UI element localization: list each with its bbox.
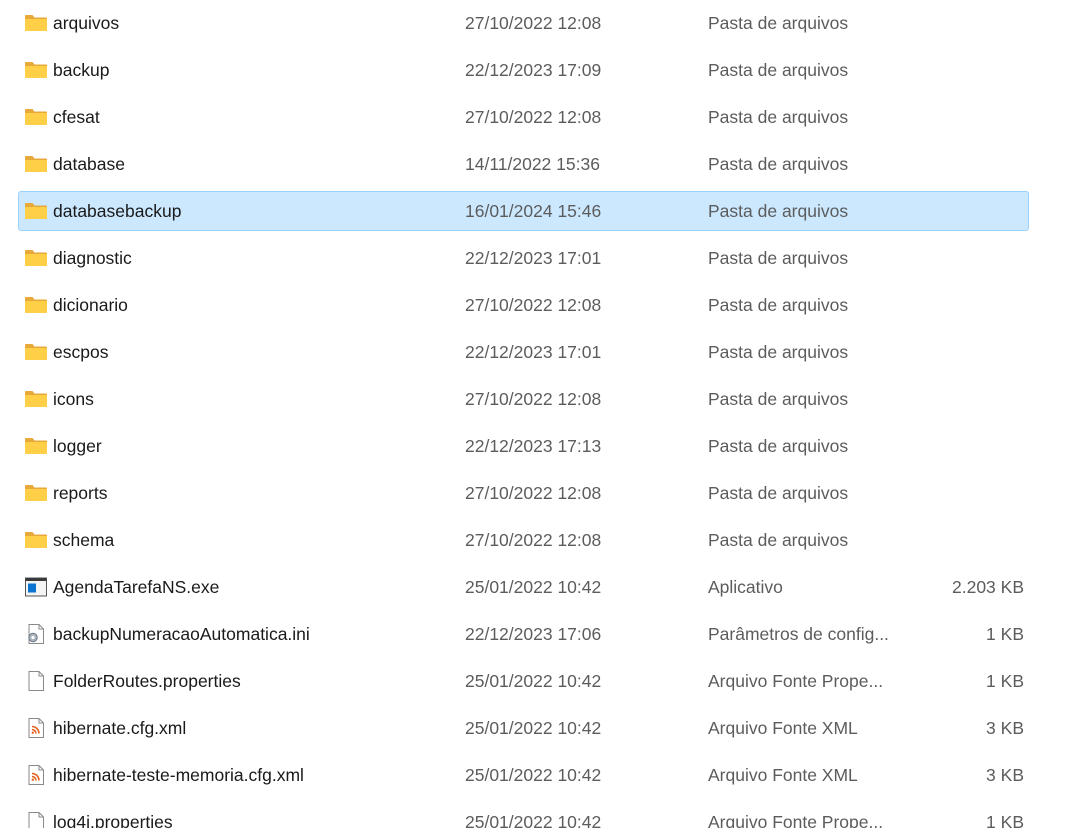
folder-icon xyxy=(24,389,48,409)
file-date-modified: 27/10/2022 12:08 xyxy=(465,530,602,550)
file-date-modified: 22/12/2023 17:01 xyxy=(465,342,602,362)
file-list: arquivos 27/10/2022 12:08 Pasta de arquivo… xyxy=(0,0,1068,828)
folder-icon xyxy=(24,60,48,80)
file-row[interactable]: hibernate.cfg.xml 25/01/2022 10:42 Arquivo… xyxy=(18,708,1029,748)
file-row[interactable]: backup 22/12/2023 17:09 Pasta de arquivos xyxy=(18,50,1029,90)
file-size: 3 KB xyxy=(986,718,1024,738)
file-name: diagnostic xyxy=(53,248,132,268)
file-name: arquivos xyxy=(53,13,120,33)
file-date-modified: 27/10/2022 12:08 xyxy=(465,483,602,503)
file-name: hibernate-teste-memoria.cfg.xml xyxy=(53,765,304,785)
file-row[interactable]: schema 27/10/2022 12:08 Pasta de arquivos xyxy=(18,520,1029,560)
file-type: Arquivo Fonte Prope... xyxy=(708,671,884,691)
file-type: Pasta de arquivos xyxy=(708,342,849,362)
file-type: Pasta de arquivos xyxy=(708,154,849,174)
file-row[interactable]: databasebackup 16/01/2024 15:46 Pasta de a… xyxy=(18,191,1029,231)
file-type: Pasta de arquivos xyxy=(708,60,849,80)
file-date-modified: 27/10/2022 12:08 xyxy=(465,295,602,315)
file-row[interactable]: dicionario 27/10/2022 12:08 Pasta de arqui… xyxy=(18,285,1029,325)
file-date-modified: 22/12/2023 17:06 xyxy=(465,624,602,644)
file-date-modified: 27/10/2022 12:08 xyxy=(465,13,602,33)
file-row[interactable]: log4j.properties 25/01/2022 10:42 Arquivo … xyxy=(18,802,1029,828)
file-name: backup xyxy=(53,60,110,80)
file-size: 1 KB xyxy=(986,812,1024,828)
file-type: Aplicativo xyxy=(708,577,783,597)
file-date-modified: 25/01/2022 10:42 xyxy=(465,812,602,828)
file-date-modified: 27/10/2022 12:08 xyxy=(465,389,602,409)
xml-file-icon xyxy=(24,765,48,785)
file-type: Pasta de arquivos xyxy=(708,483,849,503)
file-type: Pasta de arquivos xyxy=(708,201,849,221)
folder-icon xyxy=(24,483,48,503)
file-row[interactable]: FolderRoutes.properties 25/01/2022 10:42 A… xyxy=(18,661,1029,701)
file-row[interactable]: AgendaTarefaNS.exe 25/01/2022 10:42 Aplica… xyxy=(18,567,1029,607)
file-type: Arquivo Fonte XML xyxy=(708,718,858,738)
file-type: Pasta de arquivos xyxy=(708,530,849,550)
file-type: Parâmetros de config... xyxy=(708,624,889,644)
file-name: logger xyxy=(53,436,102,456)
file-type: Pasta de arquivos xyxy=(708,389,849,409)
file-name: AgendaTarefaNS.exe xyxy=(53,577,220,597)
file-row[interactable]: diagnostic 22/12/2023 17:01 Pasta de arqui… xyxy=(18,238,1029,278)
folder-icon xyxy=(24,295,48,315)
file-row[interactable]: icons 27/10/2022 12:08 Pasta de arquivos xyxy=(18,379,1029,419)
file-name: escpos xyxy=(53,342,109,362)
file-name: schema xyxy=(53,530,115,550)
text-file-icon xyxy=(24,812,48,828)
file-name: log4j.properties xyxy=(53,812,173,828)
file-name: hibernate.cfg.xml xyxy=(53,718,187,738)
file-type: Pasta de arquivos xyxy=(708,107,849,127)
file-name: cfesat xyxy=(53,107,100,127)
file-date-modified: 25/01/2022 10:42 xyxy=(465,765,602,785)
xml-file-icon xyxy=(24,718,48,738)
settings-file-icon xyxy=(24,624,48,644)
file-name: database xyxy=(53,154,126,174)
file-type: Pasta de arquivos xyxy=(708,436,849,456)
file-date-modified: 14/11/2022 15:36 xyxy=(465,154,600,174)
file-date-modified: 22/12/2023 17:01 xyxy=(465,248,602,268)
file-date-modified: 25/01/2022 10:42 xyxy=(465,671,602,691)
file-name: databasebackup xyxy=(53,201,182,221)
file-row[interactable]: arquivos 27/10/2022 12:08 Pasta de arquivo… xyxy=(18,3,1029,43)
file-size: 1 KB xyxy=(986,624,1024,644)
file-type: Pasta de arquivos xyxy=(708,13,849,33)
file-date-modified: 22/12/2023 17:09 xyxy=(465,60,602,80)
file-row[interactable]: cfesat 27/10/2022 12:08 Pasta de arquivos xyxy=(18,97,1029,137)
file-name: reports xyxy=(53,483,108,503)
file-row[interactable]: backupNumeracaoAutomatica.ini 22/12/2023 … xyxy=(18,614,1029,654)
file-date-modified: 22/12/2023 17:13 xyxy=(465,436,602,456)
folder-icon xyxy=(24,154,48,174)
file-name: icons xyxy=(53,389,94,409)
file-date-modified: 27/10/2022 12:08 xyxy=(465,107,602,127)
text-file-icon xyxy=(24,671,48,691)
folder-icon xyxy=(24,342,48,362)
file-size: 2.203 KB xyxy=(952,577,1024,597)
folder-icon xyxy=(24,248,48,268)
file-size: 3 KB xyxy=(986,765,1024,785)
folder-icon xyxy=(24,530,48,550)
folder-icon xyxy=(24,201,48,221)
file-date-modified: 16/01/2024 15:46 xyxy=(465,201,602,221)
folder-icon xyxy=(24,107,48,127)
folder-icon xyxy=(24,436,48,456)
file-row[interactable]: hibernate-teste-memoria.cfg.xml 25/01/202… xyxy=(18,755,1029,795)
application-icon xyxy=(24,577,48,597)
file-type: Pasta de arquivos xyxy=(708,248,849,268)
file-row[interactable]: escpos 22/12/2023 17:01 Pasta de arquivos xyxy=(18,332,1029,372)
folder-icon xyxy=(24,13,48,33)
file-type: Pasta de arquivos xyxy=(708,295,849,315)
file-type: Arquivo Fonte XML xyxy=(708,765,858,785)
file-name: FolderRoutes.properties xyxy=(53,671,241,691)
file-name: backupNumeracaoAutomatica.ini xyxy=(53,624,310,644)
file-row[interactable]: reports 27/10/2022 12:08 Pasta de arquivos xyxy=(18,473,1029,513)
file-name: dicionario xyxy=(53,295,128,315)
file-date-modified: 25/01/2022 10:42 xyxy=(465,718,602,738)
file-row[interactable]: database 14/11/2022 15:36 Pasta de arquivo… xyxy=(18,144,1029,184)
file-date-modified: 25/01/2022 10:42 xyxy=(465,577,602,597)
file-size: 1 KB xyxy=(986,671,1024,691)
file-row[interactable]: logger 22/12/2023 17:13 Pasta de arquivos xyxy=(18,426,1029,466)
file-type: Arquivo Fonte Prope... xyxy=(708,812,884,828)
